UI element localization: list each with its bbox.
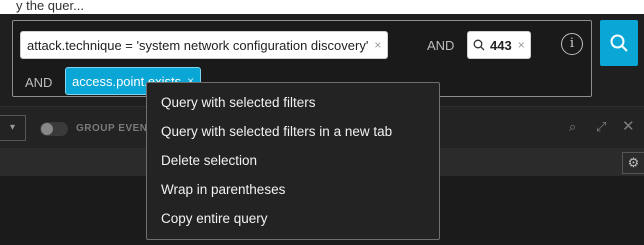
menu-item-query-selected-new-tab[interactable]: Query with selected filters in a new tab bbox=[147, 119, 439, 148]
close-icon[interactable]: ✕ bbox=[622, 117, 635, 135]
menu-item-query-selected[interactable]: Query with selected filters bbox=[147, 90, 439, 119]
menu-item-wrap-parentheses[interactable]: Wrap in parentheses bbox=[147, 177, 439, 206]
filter-pill-attack-technique[interactable]: attack.technique = 'system network confi… bbox=[20, 31, 389, 59]
chevron-down-icon[interactable]: ▾ bbox=[0, 115, 26, 141]
menu-item-delete-selection[interactable]: Delete selection bbox=[147, 148, 439, 177]
top-caption: y the quer... bbox=[0, 0, 644, 14]
remove-filter-icon[interactable]: × bbox=[374, 38, 381, 52]
search-icon[interactable]: ⌕ bbox=[569, 119, 576, 135]
search-value-text: 443 bbox=[490, 37, 512, 53]
expand-icon[interactable]: ⤢ bbox=[596, 119, 606, 135]
run-search-button[interactable] bbox=[600, 20, 638, 66]
search-icon bbox=[610, 34, 628, 52]
search-icon bbox=[473, 39, 485, 51]
menu-item-copy-query[interactable]: Copy entire query bbox=[147, 206, 439, 235]
context-menu: Query with selected filters Query with s… bbox=[146, 82, 440, 240]
filter-pill-text: attack.technique = 'system network confi… bbox=[27, 37, 369, 53]
group-events-toggle[interactable] bbox=[40, 122, 68, 136]
filter-pill-search-value[interactable]: 443 × bbox=[467, 31, 531, 59]
remove-filter-icon[interactable]: × bbox=[518, 38, 525, 52]
and-operator-1[interactable]: AND bbox=[427, 38, 454, 53]
and-operator-2[interactable]: AND bbox=[25, 75, 52, 90]
toggle-knob bbox=[41, 123, 53, 135]
info-icon[interactable]: i bbox=[561, 33, 583, 55]
gear-icon[interactable]: ⚙ bbox=[622, 152, 644, 174]
